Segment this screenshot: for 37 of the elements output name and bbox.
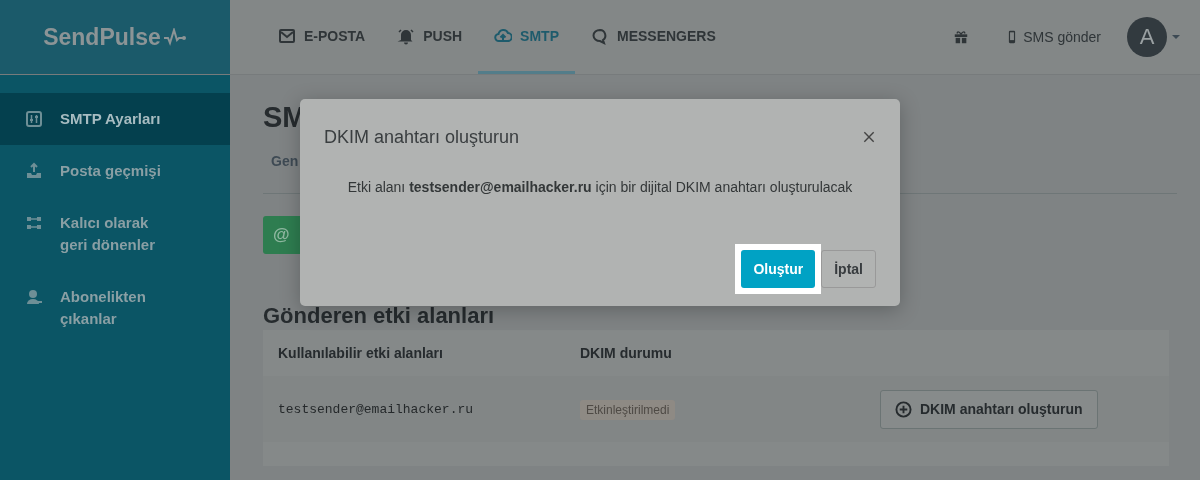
user-icon	[25, 288, 43, 306]
column-header: DKIM durumu	[580, 345, 673, 361]
sms-link[interactable]: SMS gönder	[1005, 28, 1101, 46]
logo-text: SendPulse	[43, 23, 161, 51]
sidebar-item[interactable]: Abonelikten çıkanlar	[0, 271, 230, 345]
dialog-message: Etki alanı testsender@emailhacker.ru için bir dijital DKIM anahtarı oluşturulacak	[346, 179, 854, 195]
bell-icon	[397, 26, 416, 45]
sliders-icon	[25, 110, 43, 128]
plus-circle-icon	[895, 400, 912, 418]
close-icon	[862, 130, 876, 144]
dialog-title: DKIM anahtarı oluşturun	[324, 126, 520, 148]
add-button[interactable]: @	[263, 216, 303, 254]
page-tab[interactable]: Gen	[271, 153, 299, 193]
sidebar-item[interactable]: SMTP Ayarları	[0, 93, 230, 145]
cancel-button[interactable]: İptal	[821, 250, 876, 288]
caret-icon	[1172, 35, 1180, 39]
column-header: Kullanılabilir etki alanları	[277, 345, 444, 361]
upload-tray-icon	[25, 162, 43, 180]
flow-icon	[25, 214, 43, 232]
cloud-upload-icon	[494, 26, 513, 45]
create-dkim-button[interactable]: DKIM anahtarı oluşturun	[880, 389, 1098, 429]
pulse-icon	[162, 28, 187, 46]
sidebar-item[interactable]: Posta geçmişi	[0, 145, 230, 197]
section-title: Gönderen etki alanları	[263, 304, 496, 328]
sidebar-item[interactable]: Kalıcı olarak geri dönenler	[0, 197, 230, 271]
nav-tab[interactable]: MESSENGERS	[575, 0, 732, 74]
chat-bubble-icon	[591, 26, 609, 45]
status-label: Etkinleştirilmedi	[580, 400, 676, 420]
nav-tab[interactable]: PUSH	[381, 0, 479, 74]
close-button[interactable]	[862, 130, 876, 144]
envelope-icon	[278, 26, 296, 45]
table-cell-text: testsender@emailhacker.ru	[277, 401, 475, 417]
avatar[interactable]: A	[1127, 17, 1167, 57]
create-button[interactable]: Oluştur	[741, 250, 816, 288]
nav-tab[interactable]: SMTP	[478, 0, 575, 74]
gift-icon	[953, 29, 970, 45]
nav-tab[interactable]: E-POSTA	[262, 0, 382, 74]
